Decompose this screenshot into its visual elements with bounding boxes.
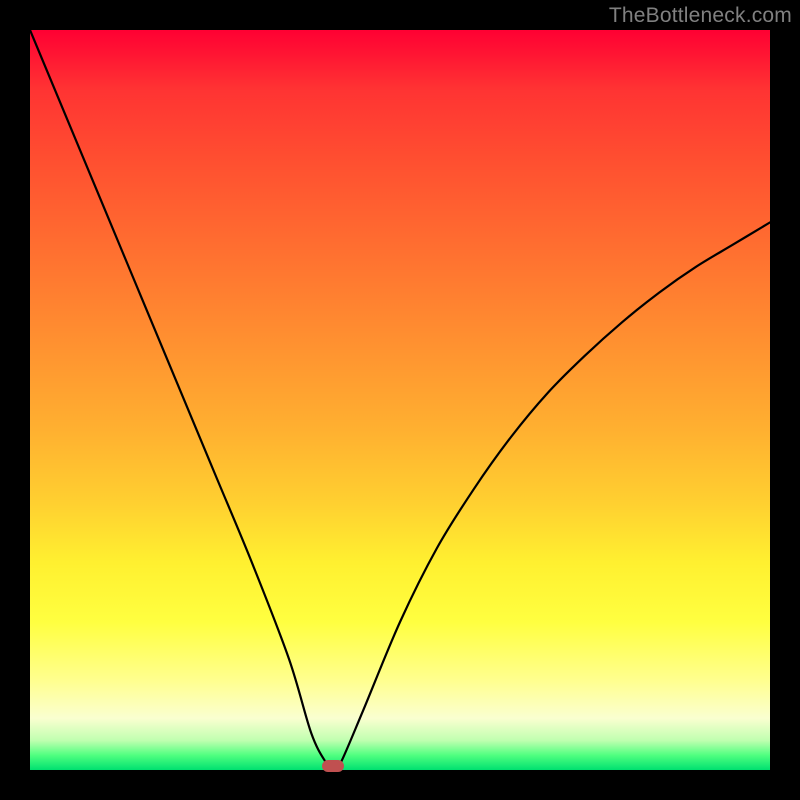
- curve-svg: [30, 30, 770, 770]
- bottleneck-curve: [30, 30, 770, 770]
- optimal-marker: [322, 760, 344, 772]
- watermark-text: TheBottleneck.com: [609, 4, 792, 28]
- plot-area: [30, 30, 770, 770]
- chart-frame: TheBottleneck.com: [0, 0, 800, 800]
